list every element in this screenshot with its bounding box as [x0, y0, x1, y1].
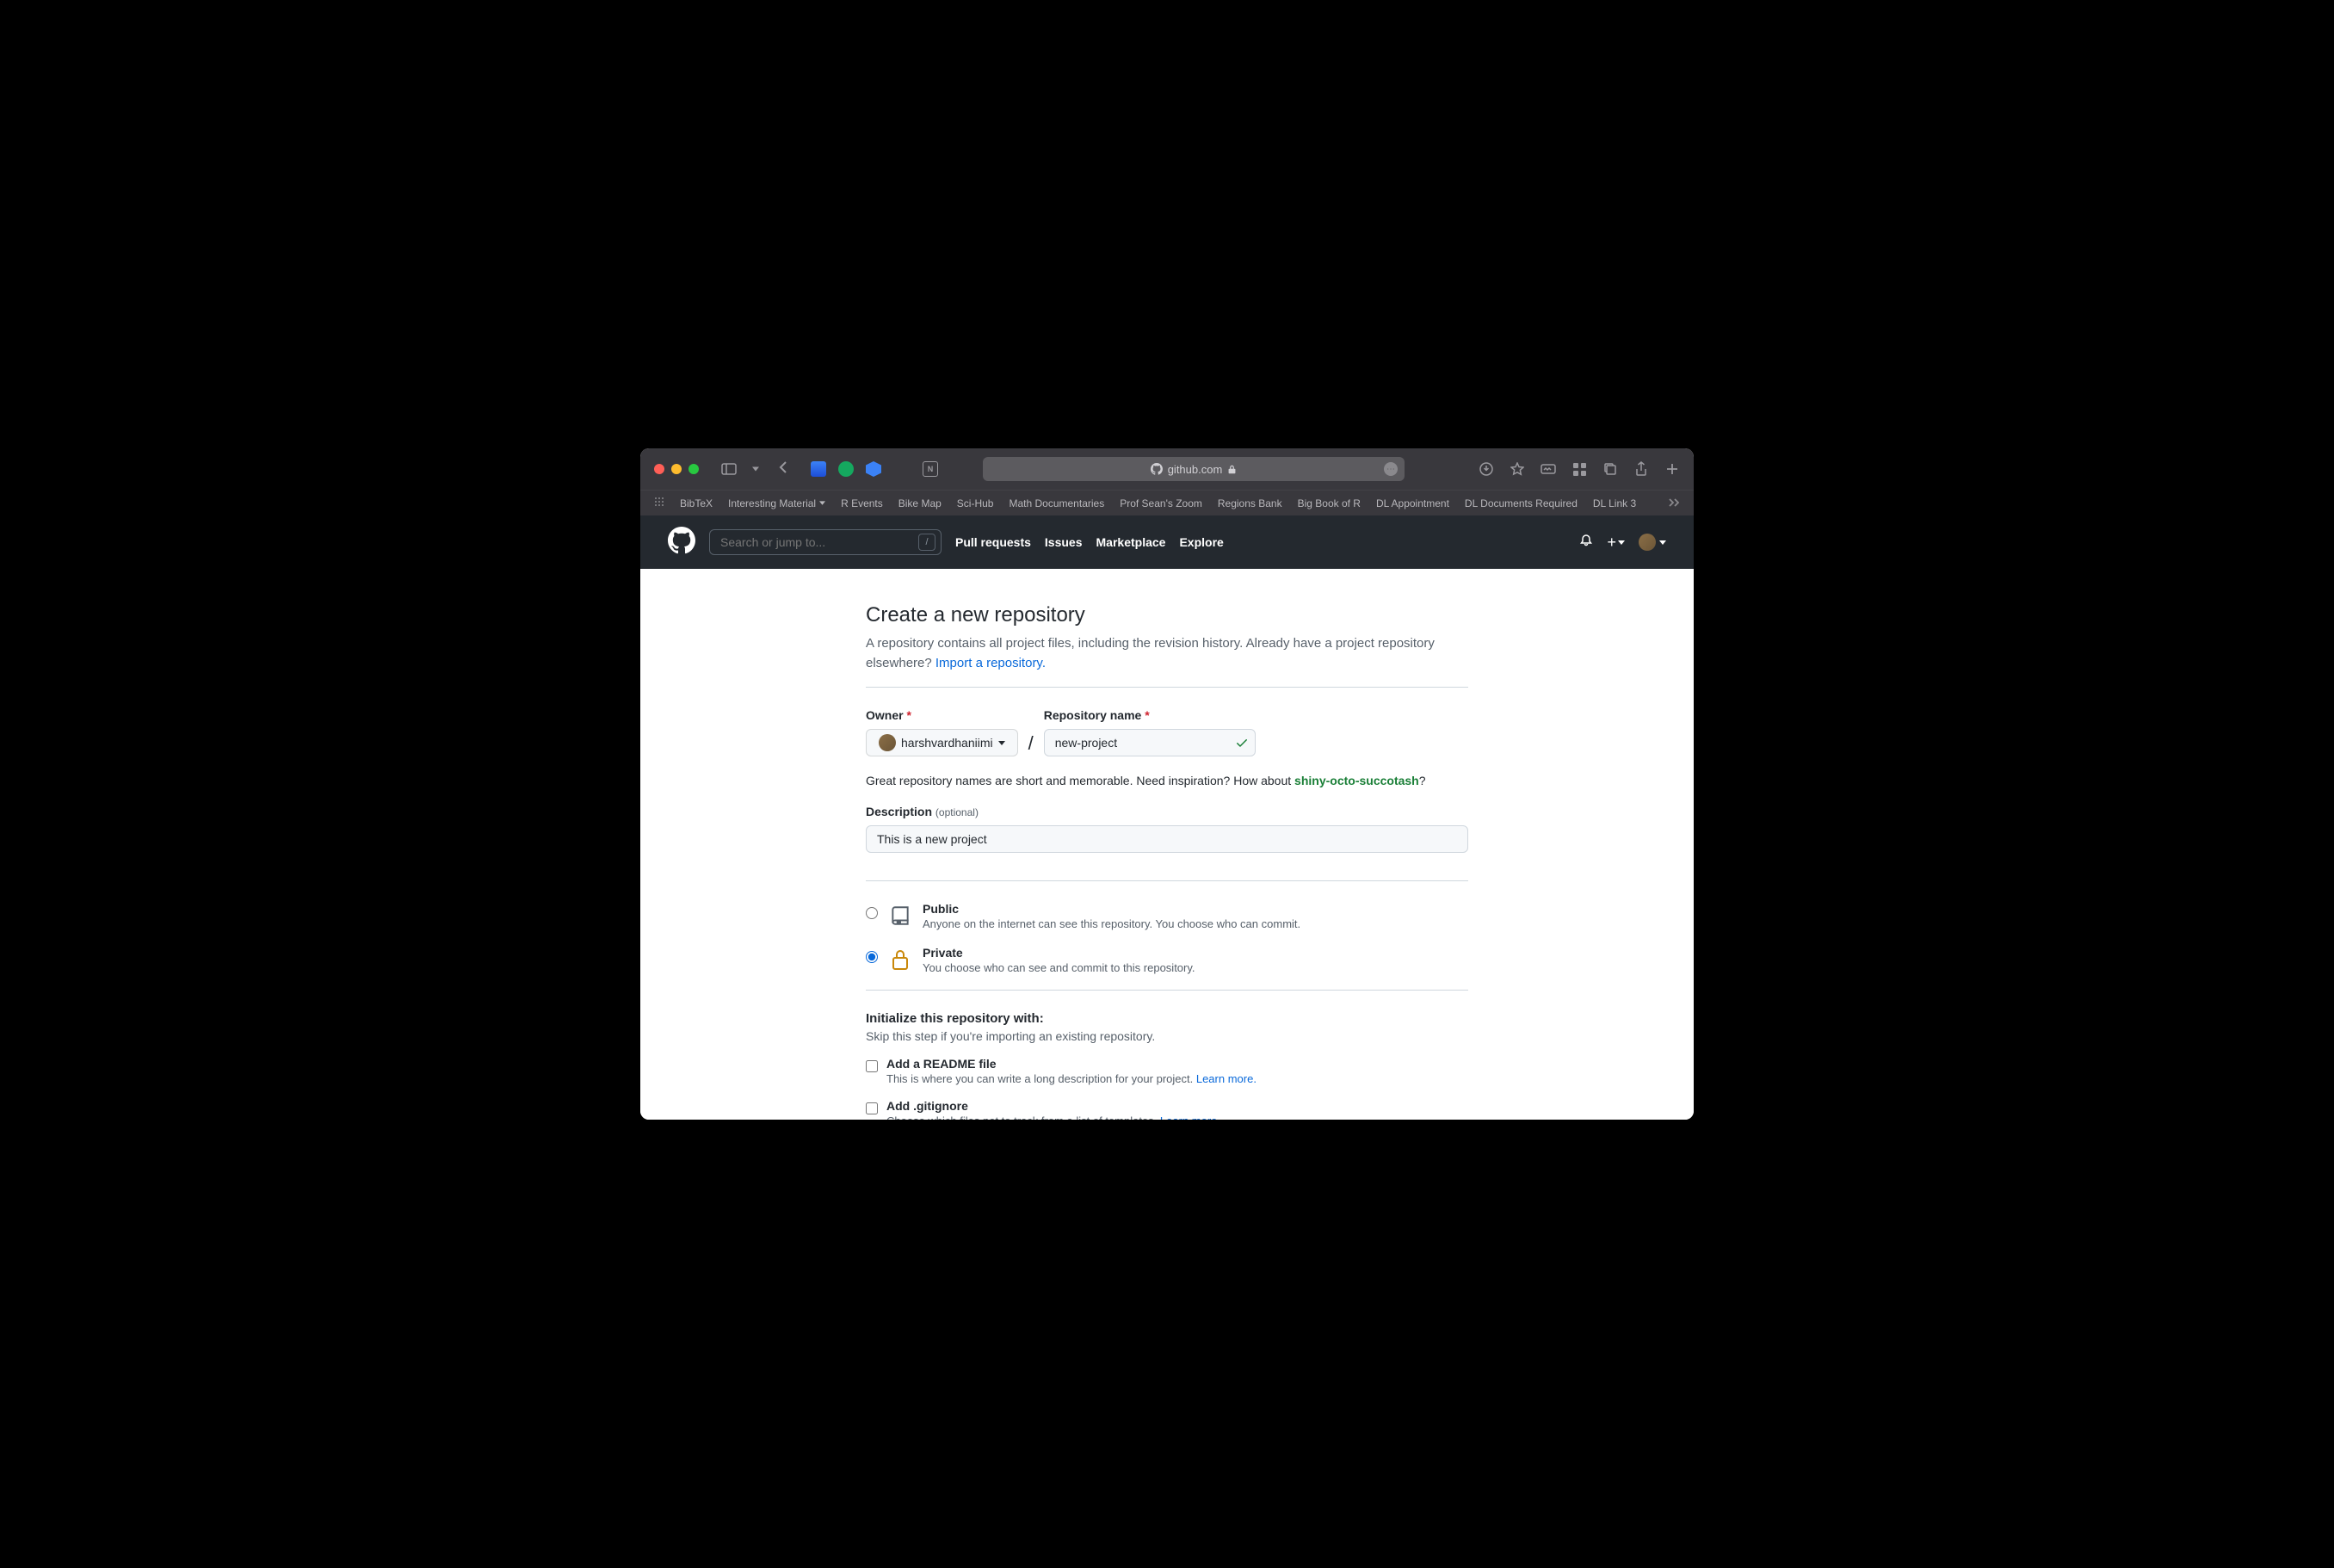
nav-pull-requests[interactable]: Pull requests	[955, 535, 1031, 549]
lock-icon	[888, 948, 912, 972]
nav-issues[interactable]: Issues	[1045, 535, 1083, 549]
divider	[866, 687, 1468, 688]
github-header: / Pull requests Issues Marketplace Explo…	[640, 515, 1694, 569]
traffic-lights	[654, 464, 699, 474]
inspiration-text: Great repository names are short and mem…	[866, 774, 1468, 787]
public-description: Anyone on the internet can see this repo…	[923, 917, 1468, 930]
downloads-icon[interactable]	[1479, 461, 1494, 477]
readme-description: This is where you can write a long descr…	[886, 1072, 1468, 1085]
bookmarks-grid-icon[interactable]	[654, 497, 664, 509]
private-description: You choose who can see and commit to thi…	[923, 961, 1468, 974]
description-input[interactable]	[866, 825, 1468, 853]
github-logo-icon[interactable]	[668, 527, 695, 559]
gitignore-checkbox[interactable]	[866, 1102, 878, 1114]
repo-name-input[interactable]	[1044, 729, 1256, 756]
divider	[866, 880, 1468, 881]
page-subtitle: A repository contains all project files,…	[866, 634, 1468, 673]
gitignore-description: Choose which files not to track from a l…	[886, 1114, 1468, 1120]
readme-checkbox[interactable]	[866, 1060, 878, 1072]
private-title: Private	[923, 946, 1468, 960]
window-maximize-button[interactable]	[688, 464, 699, 474]
tab-overview-icon[interactable]	[1571, 461, 1587, 477]
bookmark-item[interactable]: Interesting Material	[728, 497, 825, 509]
bookmark-item[interactable]: BibTeX	[680, 497, 713, 509]
slash-shortcut-icon: /	[918, 534, 935, 551]
owner-label: Owner *	[866, 708, 1018, 722]
owner-dropdown[interactable]: harshvardhaniimi	[866, 729, 1018, 756]
lock-icon	[1227, 465, 1237, 474]
bookmark-item[interactable]: Regions Bank	[1218, 497, 1282, 509]
bookmark-item[interactable]: Math Documentaries	[1009, 497, 1104, 509]
address-more-icon[interactable]: ⋯	[1384, 462, 1398, 476]
bookmark-item[interactable]: Bike Map	[898, 497, 942, 509]
divider	[866, 990, 1468, 991]
extension-icon[interactable]	[838, 461, 854, 477]
learn-more-link[interactable]: Learn more.	[1196, 1072, 1257, 1085]
search-field[interactable]	[720, 535, 930, 549]
page-title: Create a new repository	[866, 603, 1468, 627]
favorite-icon[interactable]	[1510, 461, 1525, 477]
browser-window: N github.com ⋯ BibTeX Interesting Materi…	[640, 448, 1694, 1120]
repo-name-label: Repository name *	[1044, 708, 1256, 722]
address-bar[interactable]: github.com ⋯	[983, 457, 1405, 481]
initialize-subtitle: Skip this step if you're importing an ex…	[866, 1029, 1468, 1043]
private-radio[interactable]	[866, 951, 878, 963]
back-button[interactable]	[771, 460, 795, 478]
github-icon	[1151, 463, 1163, 475]
notifications-icon[interactable]	[1579, 534, 1593, 552]
user-menu[interactable]	[1639, 534, 1666, 551]
chevron-down-icon	[998, 741, 1005, 745]
public-radio[interactable]	[866, 907, 878, 919]
tab-dropdown-icon[interactable]	[750, 463, 761, 475]
bookmark-item[interactable]: DL Documents Required	[1465, 497, 1578, 509]
add-dropdown[interactable]: +	[1607, 534, 1625, 550]
copy-icon[interactable]	[1602, 461, 1618, 477]
new-tab-icon[interactable]	[1664, 461, 1680, 477]
nav-explore[interactable]: Explore	[1179, 535, 1223, 549]
bookmarks-more-icon[interactable]	[1668, 497, 1680, 509]
search-input[interactable]: /	[709, 529, 942, 555]
avatar	[1639, 534, 1656, 551]
readme-title: Add a README file	[886, 1057, 1468, 1071]
bookmark-item[interactable]: DL Link 3	[1593, 497, 1636, 509]
extension-icon[interactable]	[866, 461, 881, 477]
extension-icons: N	[811, 461, 938, 477]
nav-marketplace[interactable]: Marketplace	[1096, 535, 1166, 549]
browser-chrome: N github.com ⋯	[640, 448, 1694, 490]
privacy-icon[interactable]	[1541, 461, 1556, 477]
initialize-heading: Initialize this repository with:	[866, 1011, 1468, 1026]
public-title: Public	[923, 902, 1468, 916]
url-text: github.com	[1168, 463, 1223, 476]
browser-right-icons	[1479, 461, 1680, 477]
import-repo-link[interactable]: Import a repository.	[935, 656, 1046, 670]
share-icon[interactable]	[1633, 461, 1649, 477]
window-minimize-button[interactable]	[671, 464, 682, 474]
gitignore-title: Add .gitignore	[886, 1099, 1468, 1113]
learn-more-link[interactable]: Learn more.	[1160, 1114, 1220, 1120]
bookmark-item[interactable]: R Events	[841, 497, 883, 509]
extension-icon[interactable]: N	[923, 461, 938, 477]
bookmark-item[interactable]: Sci-Hub	[957, 497, 994, 509]
page-content: Create a new repository A repository con…	[640, 569, 1694, 1120]
check-icon	[1235, 736, 1249, 754]
owner-value: harshvardhaniimi	[901, 736, 993, 750]
extension-icon[interactable]	[811, 461, 826, 477]
avatar	[879, 734, 896, 751]
bookmark-item[interactable]: Big Book of R	[1298, 497, 1361, 509]
bookmark-item[interactable]: Prof Sean's Zoom	[1120, 497, 1202, 509]
description-label: Description (optional)	[866, 805, 1468, 818]
sidebar-toggle-button[interactable]	[718, 460, 740, 478]
bookmarks-bar: BibTeX Interesting Material R Events Bik…	[640, 490, 1694, 515]
github-right-icons: +	[1579, 534, 1666, 552]
suggestion-link[interactable]: shiny-octo-succotash	[1294, 774, 1419, 787]
path-separator: /	[1025, 708, 1037, 755]
github-nav: Pull requests Issues Marketplace Explore	[955, 535, 1224, 549]
window-close-button[interactable]	[654, 464, 664, 474]
bookmark-item[interactable]: DL Appointment	[1376, 497, 1449, 509]
repo-icon	[888, 904, 912, 928]
